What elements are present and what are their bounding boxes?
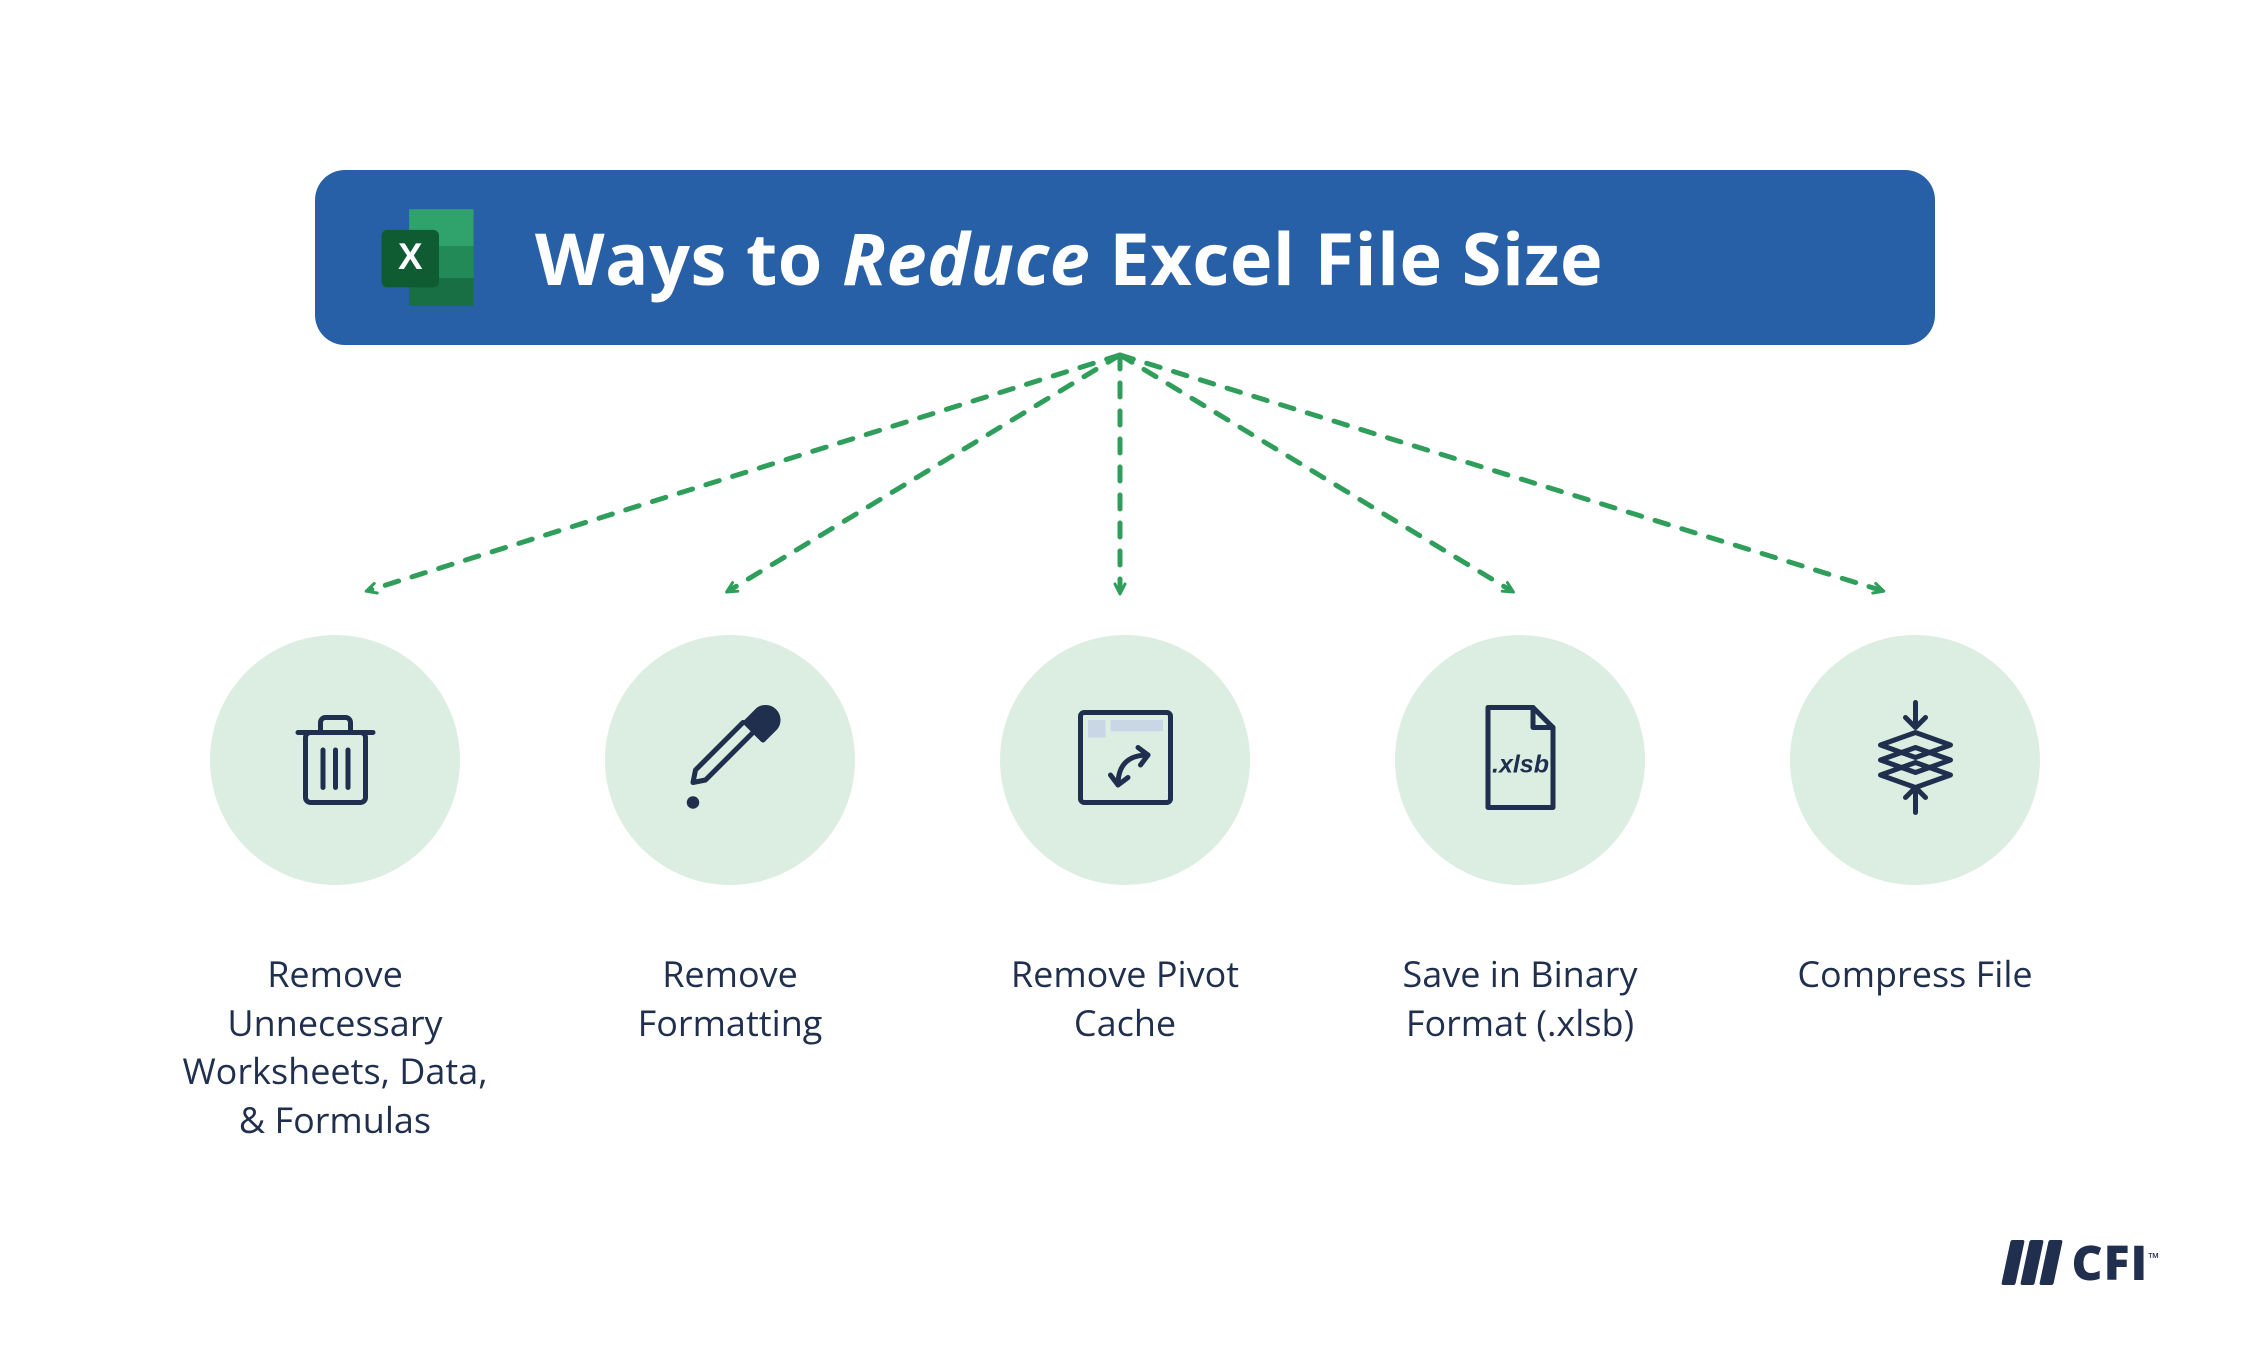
item-label: Compress File xyxy=(1755,950,2075,999)
title-prefix: Ways to xyxy=(535,209,842,307)
item-remove-pivot-cache: Remove Pivot Cache xyxy=(1000,635,1250,1144)
item-remove-worksheets: Remove Unnecessary Worksheets, Data, & F… xyxy=(210,635,460,1144)
item-label: Remove Unnecessary Worksheets, Data, & F… xyxy=(175,950,495,1144)
icon-circle xyxy=(1790,635,2040,885)
file-ext-label: .xlsb xyxy=(1492,751,1549,779)
item-save-binary: .xlsb Save in Binary Format (.xlsb) xyxy=(1395,635,1645,1144)
page-title: Ways to Reduce Excel File Size xyxy=(535,209,1603,307)
trash-icon xyxy=(273,695,398,825)
item-label: Remove Pivot Cache xyxy=(965,950,1285,1047)
excel-icon: X xyxy=(370,200,485,315)
svg-text:X: X xyxy=(398,236,423,277)
logo-bars-icon xyxy=(2001,1240,2063,1285)
icon-circle xyxy=(210,635,460,885)
eyedropper-icon xyxy=(668,695,793,825)
items-row: Remove Unnecessary Worksheets, Data, & F… xyxy=(0,635,2250,1144)
title-suffix: Excel File Size xyxy=(1090,209,1603,307)
cfi-logo: CFI™ xyxy=(2006,1230,2161,1295)
brand-name: CFI™ xyxy=(2072,1230,2161,1295)
title-banner: X Ways to Reduce Excel File Size xyxy=(315,170,1935,345)
item-label: Remove Formatting xyxy=(570,950,890,1047)
item-compress-file: Compress File xyxy=(1790,635,2040,1144)
icon-circle xyxy=(605,635,855,885)
pivot-icon xyxy=(1063,695,1188,825)
icon-circle xyxy=(1000,635,1250,885)
compress-icon xyxy=(1853,695,1978,825)
item-remove-formatting: Remove Formatting xyxy=(605,635,855,1144)
icon-circle: .xlsb xyxy=(1395,635,1645,885)
file-xlsb-icon: .xlsb xyxy=(1458,695,1583,825)
item-label: Save in Binary Format (.xlsb) xyxy=(1360,950,1680,1047)
title-emphasis: Reduce xyxy=(842,209,1090,307)
